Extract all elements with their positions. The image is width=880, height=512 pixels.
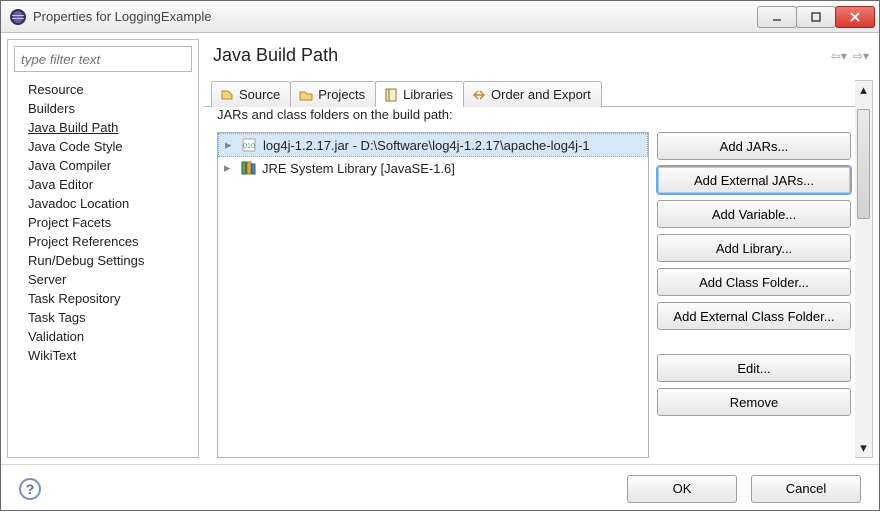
tab[interactable]: Order and Export — [463, 81, 602, 107]
build-path-tabs: Source Projects Libraries Order and Export — [205, 80, 855, 107]
library-label: JRE System Library [JavaSE-1.6] — [262, 161, 455, 176]
tab-icon — [384, 88, 398, 102]
tab-icon — [299, 88, 313, 102]
tab-label: Libraries — [403, 87, 453, 102]
sidebar-item[interactable]: Task Tags — [22, 308, 198, 327]
add-external-jars-button[interactable]: Add External JARs... — [657, 166, 851, 194]
expand-icon[interactable]: ▸ — [224, 160, 234, 176]
sidebar-item[interactable]: WikiText — [22, 346, 198, 365]
dialog-footer: ? OK Cancel — [1, 464, 879, 512]
sidebar-item[interactable]: Run/Debug Settings — [22, 251, 198, 270]
add-external-class-folder-button[interactable]: Add External Class Folder... — [657, 302, 851, 330]
ok-button[interactable]: OK — [627, 475, 737, 503]
sidebar-item[interactable]: Javadoc Location — [22, 194, 198, 213]
window-close-button[interactable] — [835, 6, 875, 28]
tab[interactable]: Source — [211, 81, 291, 107]
property-page-main: Java Build Path ⇦▾ ⇨▾ Source Projects Libr… — [205, 33, 879, 464]
property-tree[interactable]: ResourceBuildersJava Build PathJava Code… — [8, 78, 198, 457]
scroll-thumb[interactable] — [857, 109, 870, 219]
window-titlebar: Properties for LoggingExample — [1, 1, 879, 33]
add-library-button[interactable]: Add Library... — [657, 234, 851, 262]
tab-icon — [472, 88, 486, 102]
sidebar-item[interactable]: Validation — [22, 327, 198, 346]
library-icon — [240, 160, 256, 176]
tab-label: Order and Export — [491, 87, 591, 102]
tab[interactable]: Projects — [290, 81, 376, 107]
sidebar-item[interactable]: Resource — [22, 80, 198, 99]
nav-forward-icon[interactable]: ⇨▾ — [853, 49, 869, 63]
libraries-caption: JARs and class folders on the build path… — [205, 107, 855, 126]
window-maximize-button[interactable] — [796, 6, 836, 28]
page-nav-arrows: ⇦▾ ⇨▾ — [831, 49, 869, 63]
remove-button[interactable]: Remove — [657, 388, 851, 416]
property-page-sidebar: ResourceBuildersJava Build PathJava Code… — [7, 39, 199, 458]
sidebar-item[interactable]: Java Editor — [22, 175, 198, 194]
window-minimize-button[interactable] — [757, 6, 797, 28]
libraries-list[interactable]: ▸ 010 log4j-1.2.17.jar - D:\Software\log4j… — [217, 132, 649, 458]
help-icon[interactable]: ? — [19, 478, 41, 500]
sidebar-item[interactable]: Builders — [22, 99, 198, 118]
add-class-folder-button[interactable]: Add Class Folder... — [657, 268, 851, 296]
edit-button[interactable]: Edit... — [657, 354, 851, 382]
sidebar-item[interactable]: Java Build Path — [22, 118, 198, 137]
tab[interactable]: Libraries — [375, 81, 464, 107]
add-jars-button[interactable]: Add JARs... — [657, 132, 851, 160]
sidebar-item[interactable]: Project References — [22, 232, 198, 251]
tab-label: Source — [239, 87, 280, 102]
scroll-down-icon[interactable]: ▾ — [855, 439, 872, 457]
eclipse-icon — [9, 8, 27, 26]
tab-label: Projects — [318, 87, 365, 102]
sidebar-item[interactable]: Java Compiler — [22, 156, 198, 175]
sidebar-item[interactable]: Task Repository — [22, 289, 198, 308]
page-title: Java Build Path — [213, 45, 338, 66]
sidebar-item[interactable]: Project Facets — [22, 213, 198, 232]
expand-icon[interactable]: ▸ — [225, 137, 235, 153]
add-variable-button[interactable]: Add Variable... — [657, 200, 851, 228]
jar-icon: 010 — [241, 137, 257, 153]
library-buttons: Add JARs... Add External JARs... Add Var… — [657, 132, 855, 458]
window-title: Properties for LoggingExample — [33, 9, 758, 24]
library-row[interactable]: ▸ JRE System Library [JavaSE-1.6] — [218, 157, 648, 179]
tab-icon — [220, 88, 234, 102]
filter-input[interactable] — [14, 46, 192, 72]
nav-back-icon[interactable]: ⇦▾ — [831, 49, 847, 63]
sidebar-item[interactable]: Java Code Style — [22, 137, 198, 156]
cancel-button[interactable]: Cancel — [751, 475, 861, 503]
svg-text:010: 010 — [243, 143, 255, 150]
scroll-up-icon[interactable]: ▴ — [855, 81, 872, 99]
window-controls — [758, 6, 875, 28]
library-label: log4j-1.2.17.jar - D:\Software\log4j-1.2… — [263, 138, 590, 153]
sidebar-item[interactable]: Server — [22, 270, 198, 289]
content-scrollbar[interactable]: ▴ ▾ — [855, 80, 873, 458]
library-row[interactable]: ▸ 010 log4j-1.2.17.jar - D:\Software\log4j… — [218, 133, 648, 157]
